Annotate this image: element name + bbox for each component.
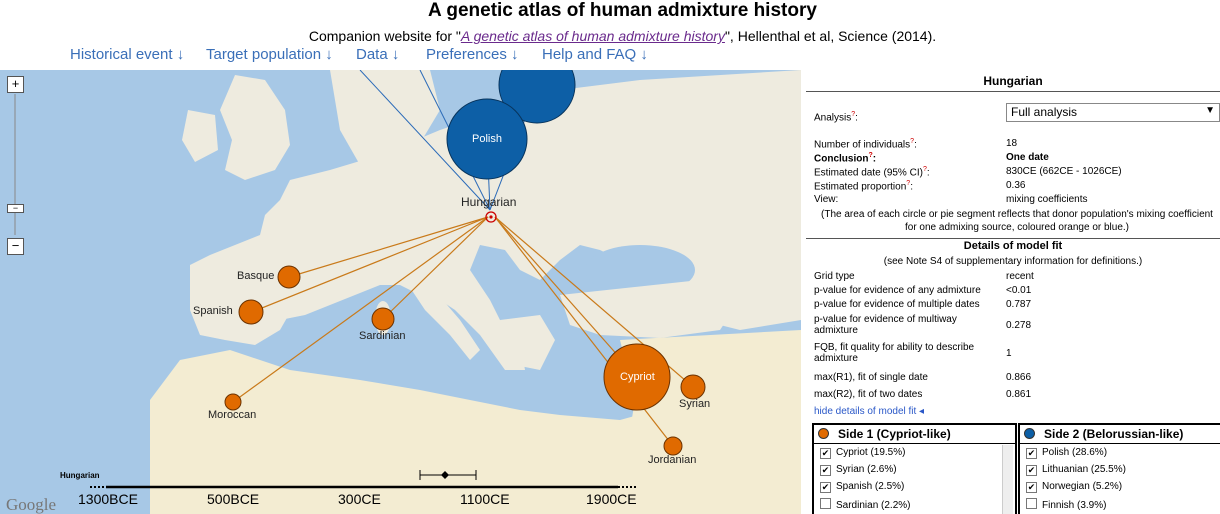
stat-value: 830CE (662CE - 1026CE) [1006,166,1122,177]
info-panel: Hungarian Analysis?: Full analysis ▼ Num… [806,70,1220,514]
side2-item[interactable]: Finnish (3.9%) [1026,498,1106,511]
fit-row: p-value for evidence of multiway admixtu… [814,314,1032,336]
nav-data[interactable]: Data ↓ [356,46,399,63]
fit-row: max(R2), fit of two dates 0.861 [814,389,1032,400]
divider [806,238,1220,239]
analysis-select[interactable]: Full analysis ▼ [1006,103,1220,122]
stat-value: 18 [1006,138,1018,149]
zoom-out-button[interactable]: − [7,238,24,255]
stat-row: Number of individuals?: 18 [814,138,1018,151]
tick-1300bce: 1300BCE [78,491,138,507]
zoom-slider-handle[interactable]: − [7,204,24,213]
side1-box: Side 1 (Cypriot-like) ✔ Cypriot (19.5%) ✔… [812,423,1017,514]
google-logo: Google [6,495,56,514]
side2-title: Side 2 (Belorussian-like) [1044,427,1184,441]
side2-box: Side 2 (Belorussian-like) ✔ Polish (28.6%… [1018,423,1220,514]
checkbox-checked-icon[interactable]: ✔ [820,465,831,476]
pop-label-moroccan: Moroccan [208,409,256,421]
subtitle-prefix: Companion website for " [308,28,461,44]
side1-item[interactable]: ✔ Cypriot (19.5%) [820,447,905,459]
checkbox-checked-icon[interactable]: ✔ [820,482,831,493]
hide-fit-link[interactable]: hide details of model fit ◂ [814,406,1220,420]
page-title: A genetic atlas of human admixture histo… [428,0,817,21]
target-label: Hungarian [461,195,516,209]
checkbox-checked-icon[interactable]: ✔ [1026,465,1037,476]
fit-row: p-value for evidence of any admixture <0.… [814,285,1032,296]
side1-item[interactable]: ✔ Syrian (2.6%) [820,464,897,476]
side2-dot-icon [1024,428,1035,439]
checkbox-icon[interactable] [820,498,831,509]
admixture-map[interactable]: Polish Basque Spanish Sardinian Moroccan… [0,70,801,514]
pop-circle-moroccan[interactable] [224,393,242,411]
fit-row: Grid type recent [814,271,1034,282]
land-ireland [182,110,218,162]
subtitle-suffix: ", Hellenthal et al, Science (2014). [724,28,937,44]
stat-value: mixing coefficients [1006,194,1088,205]
pop-label-basque: Basque [237,270,274,282]
fit-row: FQB, fit quality for ability to describe… [814,342,1012,364]
checkbox-checked-icon[interactable]: ✔ [1026,482,1037,493]
pop-circle-spanish[interactable] [238,299,264,325]
checkbox-checked-icon[interactable]: ✔ [820,448,831,459]
mixing-note: (The area of each circle or pie segment … [821,209,1213,233]
paper-link[interactable]: A genetic atlas of human admixture histo… [461,28,725,44]
pop-label-syrian: Syrian [679,398,710,410]
stat-value: One date [1006,152,1049,163]
pop-circle-sardinian[interactable] [371,307,395,331]
pop-label-sardinian: Sardinian [359,330,405,342]
side1-title: Side 1 (Cypriot-like) [838,427,951,441]
zoom-in-button[interactable]: + [7,76,24,93]
fit-note: (see Note S4 of supplementary informatio… [883,256,1143,267]
nav-preferences[interactable]: Preferences ↓ [426,46,519,63]
pop-circle-jordanian[interactable] [663,436,683,456]
timeline-label: Hungarian [60,471,100,480]
tick-300ce: 300CE [338,491,381,507]
nav-target-population[interactable]: Target population ↓ [206,46,333,63]
side1-scrollbar[interactable] [1002,445,1013,514]
fit-row: p-value for evidence of multiple dates 0.… [814,299,1032,310]
target-marker-center [489,215,493,219]
fit-row: max(R1), fit of single date 0.866 [814,372,1032,383]
checkbox-icon[interactable] [1026,498,1037,509]
stat-row: Conclusion?: One date [814,152,1049,165]
chevron-down-icon: ▼ [1205,105,1215,116]
tick-500bce: 500BCE [207,491,259,507]
stat-row: View: mixing coefficients [814,194,1088,205]
side2-item[interactable]: ✔ Polish (28.6%) [1026,447,1107,459]
tick-1900ce: 1900CE [586,491,637,507]
checkbox-checked-icon[interactable]: ✔ [1026,448,1037,459]
stat-row: Estimated proportion?: 0.36 [814,180,1026,193]
stat-value: 0.36 [1006,180,1026,191]
nav-historical-event[interactable]: Historical event ↓ [70,46,184,63]
pop-circle-syrian[interactable] [680,374,706,400]
tick-1100ce: 1100CE [460,491,510,507]
side1-item[interactable]: Sardinian (2.2%) [820,498,910,511]
map-canvas[interactable]: Polish Basque Spanish Sardinian Moroccan… [0,70,801,514]
side1-dot-icon [818,428,829,439]
side2-item[interactable]: ✔ Lithuanian (25.5%) [1026,464,1126,476]
pop-label-cypriot: Cypriot [620,371,655,383]
pop-label-polish: Polish [472,133,502,145]
page-subtitle: Companion website for "A genetic atlas o… [0,28,1220,44]
land-britain [220,75,290,180]
fit-title: Details of model fit [963,240,1063,252]
land-anatolia [560,280,740,338]
analysis-label: Analysis [814,112,852,124]
side1-item[interactable]: ✔ Spanish (2.5%) [820,481,904,493]
stat-row: Estimated date (95% CI)?: 830CE (662CE - … [814,166,1122,179]
panel-title: Hungarian [806,70,1220,92]
pop-label-spanish: Spanish [193,305,233,317]
pop-circle-basque[interactable] [277,265,301,289]
nav-help-faq[interactable]: Help and FAQ ↓ [542,46,648,63]
side2-item[interactable]: ✔ Norwegian (5.2%) [1026,481,1122,493]
pop-label-jordanian: Jordanian [648,454,696,466]
analysis-select-value: Full analysis [1011,105,1078,119]
